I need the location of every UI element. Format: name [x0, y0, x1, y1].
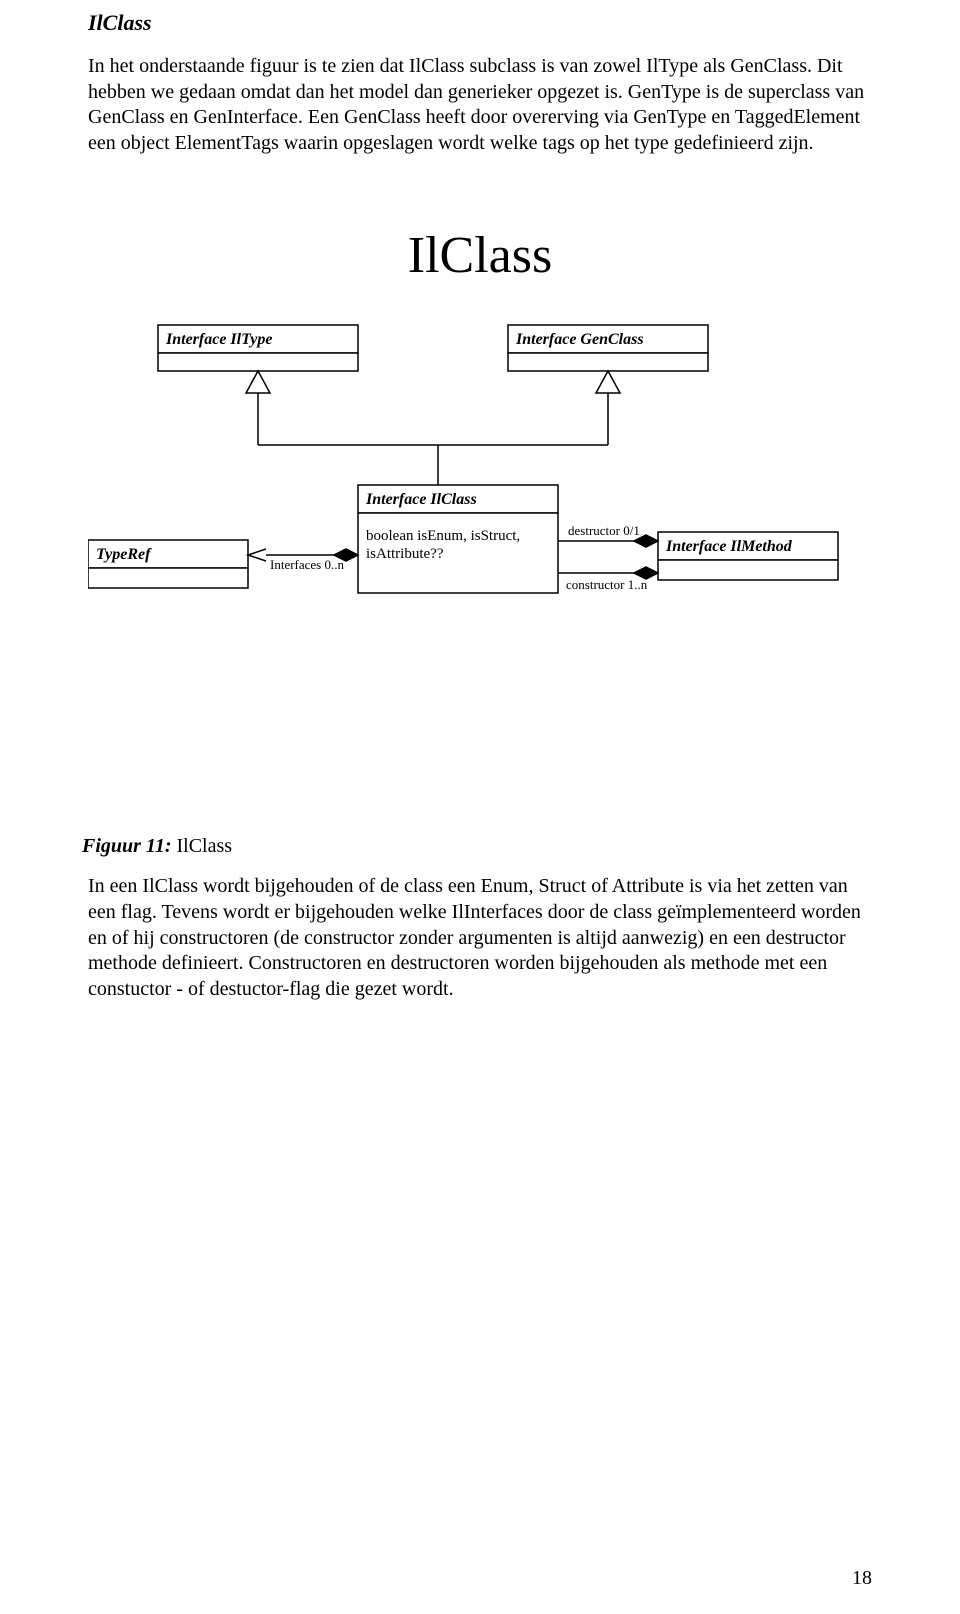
ilclass-body-line1: boolean isEnum, isStruct, — [366, 528, 520, 544]
section-title: IlClass — [88, 10, 872, 36]
assoc-ilclass-ilmethod: destructor 0/1 constructor 1..n — [558, 523, 658, 592]
ilclass-header-label: Interface IlClass — [365, 491, 477, 508]
diagram-svg: Interface IlType Interface GenClass — [88, 285, 872, 715]
figure-caption: Figuur 11: IlClass — [82, 835, 872, 858]
paragraph-1: In het onderstaande figuur is te zien da… — [88, 54, 872, 156]
class-box-ilmethod: Interface IlMethod — [658, 532, 838, 580]
inheritance-triangle-genclass — [596, 371, 620, 393]
label-interfaces: Interfaces 0..n — [270, 557, 344, 572]
ilclass-body-line2: isAttribute?? — [366, 546, 444, 562]
page: IlClass In het onderstaande figuur is te… — [0, 0, 960, 1614]
class-box-ilclass: Interface IlClass boolean isEnum, isStru… — [358, 485, 558, 593]
class-box-genclass: Interface GenClass — [508, 325, 708, 371]
ilmethod-label: Interface IlMethod — [665, 538, 793, 555]
figure-caption-rest: IlClass — [171, 835, 232, 857]
uml-diagram: Interface IlType Interface GenClass — [88, 285, 872, 715]
iltype-label: Interface IlType — [165, 331, 272, 348]
diagram-title: IlClass — [88, 226, 872, 285]
page-number: 18 — [852, 1567, 872, 1590]
class-box-typeref: TypeRef — [88, 540, 248, 588]
label-destructor: destructor 0/1 — [568, 523, 640, 538]
class-box-iltype: Interface IlType — [158, 325, 358, 371]
genclass-label: Interface GenClass — [515, 331, 644, 348]
paragraph-2: In een IlClass wordt bijgehouden of de c… — [88, 874, 872, 1002]
inheritance-triangle-iltype — [246, 371, 270, 393]
inheritance-lines — [258, 393, 608, 485]
label-constructor: constructor 1..n — [566, 577, 648, 592]
assoc-ilclass-typeref: Interfaces 0..n — [248, 549, 358, 572]
typeref-label: TypeRef — [96, 546, 152, 563]
figure-caption-lead: Figuur 11: — [82, 835, 171, 857]
